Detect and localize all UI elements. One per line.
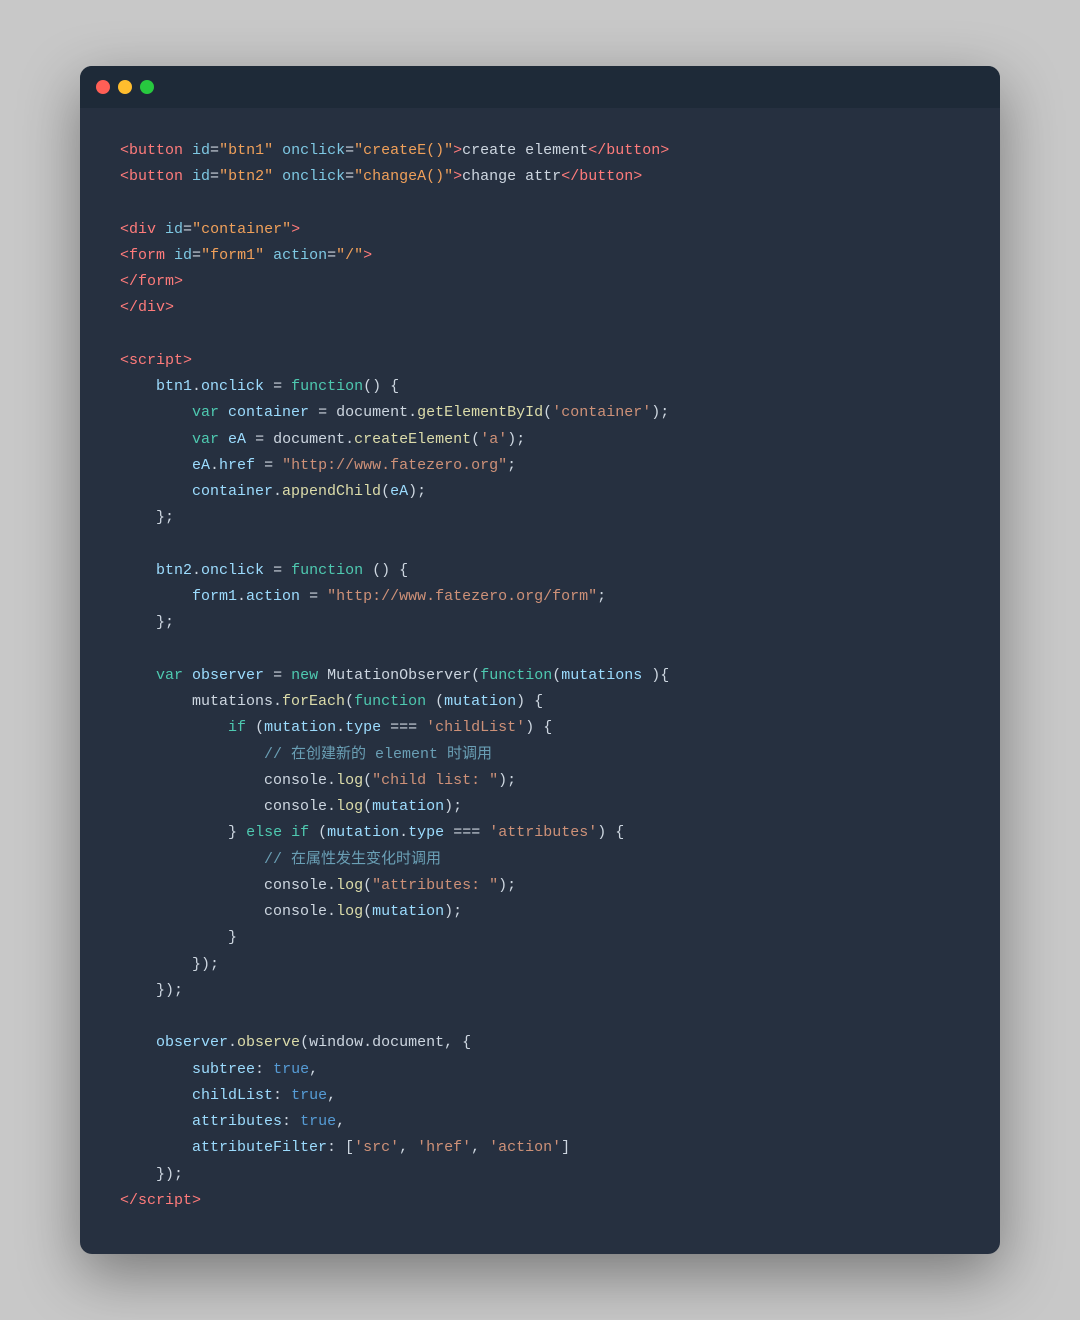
code-editor: <button id="btn1" onclick="createE()">cr… bbox=[80, 108, 1000, 1254]
minimize-button[interactable] bbox=[118, 80, 132, 94]
code-window: <button id="btn1" onclick="createE()">cr… bbox=[80, 66, 1000, 1254]
close-button[interactable] bbox=[96, 80, 110, 94]
titlebar bbox=[80, 66, 1000, 108]
maximize-button[interactable] bbox=[140, 80, 154, 94]
